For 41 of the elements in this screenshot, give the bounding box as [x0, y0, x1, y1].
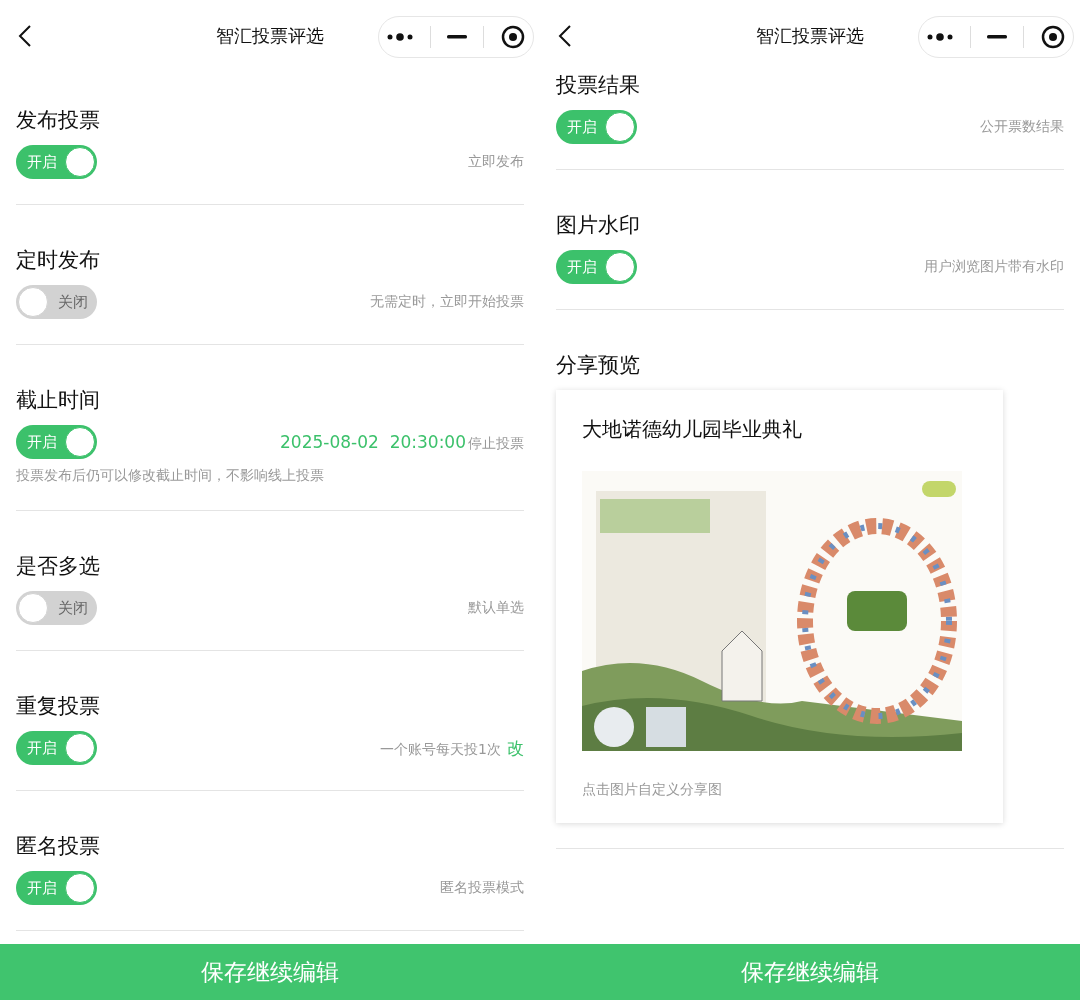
share-card[interactable]: 大地诺德幼儿园毕业典礼 点击图片自定义分享图 — [556, 390, 1003, 823]
setting-label: 图片水印 — [556, 212, 640, 239]
toggle-switch[interactable]: 关闭 — [16, 285, 97, 319]
setting-note: 匿名投票模式 — [440, 879, 524, 897]
setting-note: 公开票数结果 — [980, 118, 1064, 136]
page-title: 智汇投票评选 — [755, 24, 865, 48]
setting-label: 匿名投票 — [16, 833, 100, 860]
setting-note: 立即发布 — [468, 153, 524, 171]
card-title: 大地诺德幼儿园毕业典礼 — [582, 416, 802, 443]
minimize-icon[interactable] — [446, 35, 467, 39]
edit-link[interactable]: 改 — [507, 736, 524, 760]
save-button[interactable]: 保存继续编辑 — [540, 944, 1080, 1000]
close-icon[interactable] — [500, 25, 525, 49]
toggle-switch[interactable]: 开启 — [16, 425, 97, 459]
setting-label: 重复投票 — [16, 693, 100, 720]
more-icon[interactable] — [387, 33, 414, 41]
save-button[interactable]: 保存继续编辑 — [0, 944, 540, 1000]
setting-note: 一个账号每天投1次 — [380, 740, 501, 759]
setting-hint: 投票发布后仍可以修改截止时间，不影响线上投票 — [16, 467, 324, 485]
toggle-switch[interactable]: 开启 — [556, 250, 637, 284]
setting-label: 是否多选 — [16, 553, 100, 580]
setting-note: 无需定时，立即开始投票 — [370, 293, 524, 311]
toggle-switch[interactable]: 开启 — [556, 110, 637, 144]
toggle-switch[interactable]: 开启 — [16, 871, 97, 905]
setting-note: 停止投票 — [468, 434, 524, 453]
setting-note: 默认单选 — [468, 599, 524, 617]
page-title: 智汇投票评选 — [215, 24, 325, 48]
section-label: 分享预览 — [556, 352, 640, 379]
toggle-switch[interactable]: 开启 — [16, 731, 97, 765]
deadline-value: 2025-08-02 20:30:00 — [280, 431, 466, 452]
card-caption: 点击图片自定义分享图 — [582, 781, 722, 799]
minimize-icon[interactable] — [986, 35, 1007, 39]
setting-label: 发布投票 — [16, 107, 100, 134]
toggle-switch[interactable]: 关闭 — [16, 591, 97, 625]
setting-note: 用户浏览图片带有水印 — [924, 258, 1064, 276]
close-icon[interactable] — [1040, 25, 1065, 49]
setting-label: 截止时间 — [16, 387, 100, 414]
setting-label: 投票结果 — [556, 72, 640, 99]
setting-label: 定时发布 — [16, 247, 100, 274]
more-icon[interactable] — [927, 33, 954, 41]
toggle-switch[interactable]: 开启 — [16, 145, 97, 179]
